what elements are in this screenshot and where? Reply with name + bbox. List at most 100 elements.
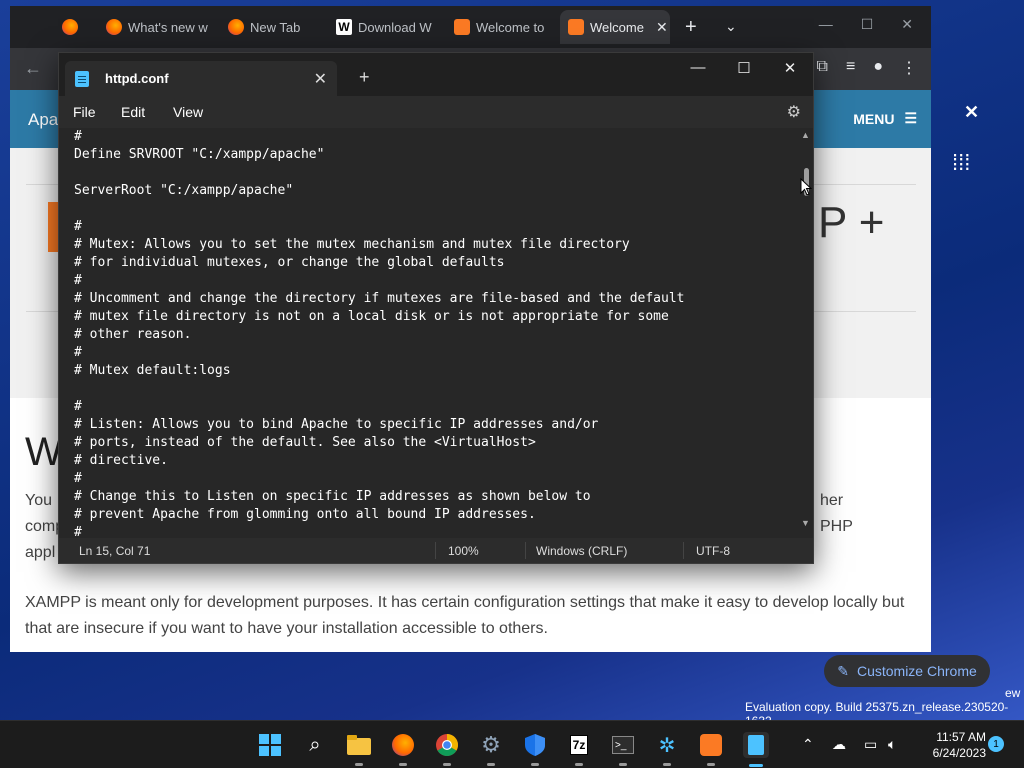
firefox-icon <box>106 19 122 35</box>
cursor-position: Ln 15, Col 71 <box>79 544 151 558</box>
menu-view[interactable]: View <box>173 104 203 120</box>
chrome-tab[interactable]: New Tab <box>220 10 336 44</box>
running-indicator <box>443 763 451 766</box>
site-brand[interactable]: Apa <box>28 110 58 130</box>
new-tab-button[interactable]: + <box>685 17 697 37</box>
code-line: # directive. <box>74 453 168 468</box>
minimize-icon[interactable]: — <box>675 59 721 77</box>
running-indicator <box>487 763 495 766</box>
app-icon[interactable]: ✲ <box>655 733 679 766</box>
tab-search-icon[interactable]: ⌄ <box>725 18 737 35</box>
close-icon[interactable]: ✕ <box>964 102 979 123</box>
text-editor[interactable]: # Define SRVROOT "C:/xampp/apache" Server… <box>59 128 813 538</box>
hamburger-icon: ☰ <box>904 110 917 126</box>
defender-icon[interactable] <box>523 733 547 766</box>
new-tab-button[interactable]: + <box>359 67 370 88</box>
close-icon[interactable]: ✕ <box>767 59 813 77</box>
status-bar: Ln 15, Col 71 100% Windows (CRLF) UTF-8 <box>59 538 813 563</box>
chrome-tab[interactable]: What's new w <box>98 10 216 44</box>
code-line: # <box>74 273 82 288</box>
chevron-up-icon[interactable]: ⌃ <box>802 736 814 753</box>
code-line: # Mutex default:logs <box>74 363 231 378</box>
chrome-tab[interactable] <box>54 10 86 44</box>
code-line: ServerRoot "C:/xampp/apache" <box>74 183 294 198</box>
code-line: # <box>74 471 82 486</box>
chrome-tab-strip: What's new w New Tab W Download W Welcom… <box>10 6 931 48</box>
search-icon[interactable]: ⌕ <box>303 733 327 757</box>
menu-bar: File Edit View ⚙ <box>59 96 813 128</box>
notepad-titlebar: httpd.conf ✕ + — ☐ ✕ <box>59 53 813 96</box>
chrome-tab[interactable]: W Download W <box>328 10 446 44</box>
menu-file[interactable]: File <box>73 104 96 120</box>
tab-title: httpd.conf <box>105 71 169 86</box>
volume-icon[interactable]: 🔈︎ <box>888 736 896 753</box>
window-controls: — ☐ ✕ <box>675 59 813 77</box>
7zip-icon[interactable]: 7z <box>567 733 591 766</box>
text-line: her <box>820 492 844 509</box>
terminal-icon[interactable]: >_ <box>611 733 635 766</box>
paragraph-fragment: her PHP <box>820 488 880 540</box>
taskbar: ⌕ ⚙ 7z >_ ✲ ⌃ ☁ ▭ 🔈︎ 11:57 AM 6/24/2023 <box>0 720 1024 768</box>
file-explorer-icon[interactable] <box>347 733 371 766</box>
chrome-icon[interactable] <box>435 733 459 766</box>
wordpress-icon: W <box>336 19 352 35</box>
running-indicator <box>619 763 627 766</box>
maximize-icon[interactable]: ☐ <box>861 16 874 33</box>
notepad-icon[interactable] <box>743 732 769 767</box>
editor-content: # Define SRVROOT "C:/xampp/apache" Server… <box>74 128 684 538</box>
notepad-tab[interactable]: httpd.conf ✕ <box>65 61 337 96</box>
back-icon[interactable]: ← <box>24 58 42 79</box>
close-icon[interactable]: ✕ <box>901 16 913 33</box>
chrome-tab[interactable]: Welcome to <box>446 10 556 44</box>
code-line: # other reason. <box>74 327 192 342</box>
code-line: # <box>74 399 82 414</box>
network-icon[interactable]: ☁ <box>832 736 846 753</box>
mouse-cursor-icon <box>800 178 812 196</box>
code-line: # <box>74 525 82 538</box>
divider <box>525 542 526 559</box>
settings-icon[interactable]: ⚙ <box>479 732 503 766</box>
code-line: # for individual mutexes, or change the … <box>74 255 505 270</box>
running-indicator <box>749 764 763 767</box>
menu-lines-icon[interactable]: ≡ <box>846 58 855 78</box>
tab-title: Download W <box>358 19 432 35</box>
tab-title: Welcome to <box>476 19 545 35</box>
settings-gear-icon[interactable]: ⚙ <box>787 102 801 122</box>
scroll-down-icon[interactable]: ▼ <box>801 518 810 528</box>
apps-grid-icon[interactable]: ⁞⁞⁞ <box>952 150 970 176</box>
line-ending: Windows (CRLF) <box>536 544 628 558</box>
tab-title: Welcome <box>590 19 644 35</box>
notepad-icon <box>75 70 89 87</box>
notification-badge[interactable]: 1 <box>988 736 1004 752</box>
watermark-fragment: ew <box>1005 686 1021 700</box>
display-icon[interactable]: ▭ <box>864 736 877 753</box>
xampp-icon[interactable] <box>699 733 723 766</box>
time: 11:57 AM <box>936 730 986 744</box>
code-line: # <box>74 345 82 360</box>
zoom-level: 100% <box>448 544 479 558</box>
account-icon[interactable]: ● <box>873 58 883 78</box>
more-icon[interactable]: ⋮ <box>901 58 917 78</box>
text-line: PHP <box>820 518 853 535</box>
maximize-icon[interactable]: ☐ <box>721 59 767 77</box>
site-menu-button[interactable]: MENU ☰ <box>853 110 917 127</box>
xampp-icon <box>454 19 470 35</box>
firefox-icon[interactable] <box>391 733 415 766</box>
date: 6/24/2023 <box>932 746 986 760</box>
extensions-icon[interactable]: ⧉ <box>817 58 828 78</box>
chrome-tab-active[interactable]: Welcome ✕ <box>560 10 670 44</box>
minimize-icon[interactable]: — <box>819 16 833 33</box>
code-line: # Mutex: Allows you to set the mutex mec… <box>74 237 630 252</box>
clock[interactable]: 11:57 AM 6/24/2023 <box>916 729 986 761</box>
tab-title: New Tab <box>250 19 301 35</box>
scroll-up-icon[interactable]: ▲ <box>801 130 810 140</box>
menu-label: MENU <box>853 110 895 127</box>
divider <box>435 542 436 559</box>
start-icon[interactable] <box>258 733 282 757</box>
menu-edit[interactable]: Edit <box>121 104 145 120</box>
close-tab-icon[interactable]: ✕ <box>656 19 668 36</box>
customize-chrome-button[interactable]: ✎ Customize Chrome <box>824 655 990 687</box>
close-tab-icon[interactable]: ✕ <box>314 69 327 89</box>
